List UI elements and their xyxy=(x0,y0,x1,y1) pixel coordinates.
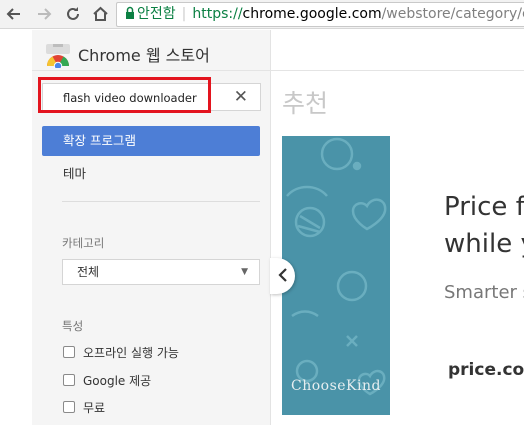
category-heading: 카테고리 xyxy=(62,236,105,250)
separator: | xyxy=(181,6,187,22)
highlight-box xyxy=(38,77,211,113)
checkbox-by-google[interactable] xyxy=(63,374,75,386)
category-select[interactable]: 전체 ▼ xyxy=(62,259,260,285)
chrome-web-store-logo-icon[interactable] xyxy=(43,44,73,72)
feature-free[interactable]: 무료 xyxy=(63,399,105,415)
lock-icon xyxy=(117,3,137,26)
feature-offline-label: 오프라인 실행 가능 xyxy=(83,345,179,360)
featured-heading: 추천 xyxy=(282,89,329,118)
checkbox-offline[interactable] xyxy=(63,346,75,358)
browser-toolbar: 안전함 | https://chrome.google.com/webstore/c… xyxy=(0,0,524,29)
sidebar-item-themes[interactable]: 테마 xyxy=(63,163,86,182)
featured-banner[interactable] xyxy=(282,136,390,415)
feature-by-google-label: Google 제공 xyxy=(83,373,152,388)
reload-icon[interactable] xyxy=(62,3,84,25)
store-title[interactable]: Chrome 웹 스토어 xyxy=(78,42,210,66)
home-icon[interactable] xyxy=(89,3,111,25)
url-scheme: https:// xyxy=(192,6,243,22)
secure-label: 안전함 xyxy=(137,6,176,22)
sidebar-item-extensions[interactable]: 확장 프로그램 xyxy=(42,126,260,156)
address-bar[interactable]: 안전함 | https://chrome.google.com/webstore/c… xyxy=(116,2,524,27)
feature-offline[interactable]: 오프라인 실행 가능 xyxy=(63,344,179,360)
banner-brand-text: ChooseKind xyxy=(291,378,381,394)
promo-subtitle: Smarter s xyxy=(444,282,524,303)
feature-by-google[interactable]: Google 제공 xyxy=(63,372,151,388)
header-divider xyxy=(32,70,524,71)
clear-search-icon[interactable]: ✕ xyxy=(234,87,248,107)
feature-free-label: 무료 xyxy=(83,400,106,415)
chevron-left-icon xyxy=(277,267,288,286)
promo-title-line1: Price f xyxy=(444,192,524,222)
url-host: chrome.google.com xyxy=(242,6,382,22)
back-arrow-icon[interactable] xyxy=(3,3,25,25)
sidebar-divider xyxy=(62,201,260,202)
dropdown-arrow-icon: ▼ xyxy=(241,267,248,277)
category-select-value: 전체 xyxy=(77,265,100,279)
checkbox-free[interactable] xyxy=(63,401,75,413)
promo-title-line2: while y xyxy=(444,229,524,259)
promo-site: price.com xyxy=(448,360,524,380)
url-path: /webstore/category/ext xyxy=(381,6,524,22)
features-heading: 특성 xyxy=(62,319,84,333)
forward-arrow-icon[interactable] xyxy=(33,3,55,25)
